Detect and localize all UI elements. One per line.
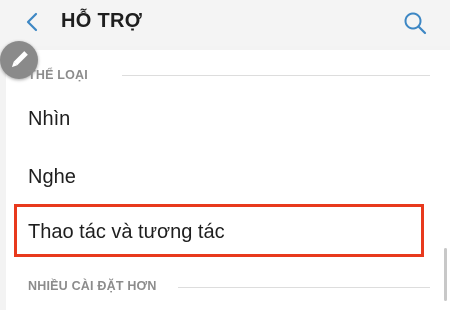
list-item-hearing[interactable]: Nghe xyxy=(28,166,76,189)
search-icon xyxy=(404,12,427,35)
section-header-more-settings: NHIỀU CÀI ĐẶT HƠN xyxy=(28,279,157,293)
section-divider xyxy=(178,287,430,288)
scrollbar[interactable] xyxy=(444,248,447,301)
list-item-vision[interactable]: Nhìn xyxy=(28,108,70,131)
page-title: HỖ TRỢ xyxy=(61,10,143,32)
app-header: HỖ TRỢ xyxy=(0,0,450,46)
section-divider xyxy=(122,75,430,76)
highlight-box xyxy=(14,204,424,257)
section-header-category: THỂ LOẠI xyxy=(28,68,88,82)
back-button[interactable] xyxy=(22,11,44,33)
chevron-left-icon xyxy=(26,12,38,32)
pencil-icon xyxy=(11,51,28,68)
search-button[interactable] xyxy=(402,10,428,36)
